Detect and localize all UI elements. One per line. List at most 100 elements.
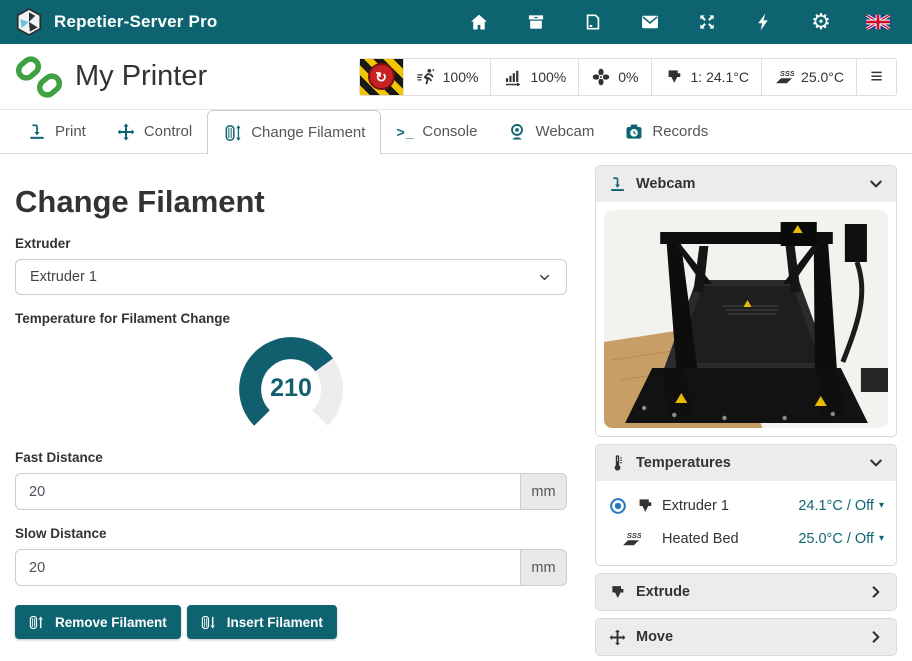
temperature-value: 210: [231, 374, 351, 403]
printer-title: My Printer: [75, 60, 207, 93]
slow-distance-label: Slow Distance: [15, 526, 567, 541]
temperature-gauge-wrap: 210: [15, 334, 567, 434]
power-icon[interactable]: [752, 10, 776, 34]
tab-print[interactable]: Print: [12, 110, 101, 153]
sidebar: Webcam: [595, 154, 897, 656]
chevron-right-icon: [868, 584, 884, 600]
filament-spool-icon: [223, 123, 243, 143]
language-flag-icon[interactable]: [866, 10, 890, 34]
tab-change-filament[interactable]: Change Filament: [207, 110, 381, 154]
extrude-panel-title: Extrude: [636, 584, 690, 600]
speed-runner-icon: [416, 67, 436, 87]
temperature-row-lead: [608, 529, 662, 549]
restart-icon: ↻: [368, 63, 395, 90]
extrude-panel-header[interactable]: Extrude: [596, 574, 896, 610]
tab-control[interactable]: Control: [101, 110, 207, 153]
temperatures-panel-header[interactable]: Temperatures: [596, 445, 896, 481]
fast-distance-group: mm: [15, 473, 567, 510]
slow-distance-unit: mm: [520, 549, 567, 586]
brand[interactable]: Repetier-Server Pro: [14, 7, 217, 37]
extruder-select-value: Extruder 1: [30, 269, 97, 285]
heated-bed-icon: [621, 529, 641, 549]
move-panel-title: Move: [636, 629, 673, 645]
console-prompt-icon: >_: [396, 125, 414, 139]
thermometer-icon: [608, 454, 627, 473]
bed-temp-value: 25.0°C: [801, 69, 844, 85]
heater-name: Extruder 1: [662, 498, 729, 514]
extruder-icon: [664, 67, 684, 87]
move-cross-icon: [116, 122, 136, 142]
insert-filament-button[interactable]: Insert Filament: [187, 605, 337, 639]
tab-console[interactable]: >_ Console: [381, 110, 492, 153]
extruder-label: Extruder: [15, 236, 567, 251]
temperature-row-lead: [608, 496, 662, 516]
printer-tabbar: Print Control Change Filament >_ Console…: [0, 110, 912, 154]
temperatures-panel: Temperatures Extruder 1 24.1°C / Off ▾: [595, 444, 897, 566]
filament-up-icon: [29, 614, 46, 631]
bed-temp-status[interactable]: 25.0°C: [761, 59, 856, 95]
tab-label: Console: [422, 123, 477, 140]
object-library-icon[interactable]: [581, 10, 605, 34]
print-icon: [27, 122, 47, 142]
top-navbar: Repetier-Server Pro ⚙: [0, 0, 912, 44]
fan-icon: [591, 67, 611, 87]
extruder-select[interactable]: Extruder 1: [15, 259, 567, 295]
extruder-temp-status[interactable]: 1: 24.1°C: [651, 59, 762, 95]
printer-icon: [608, 175, 627, 194]
messages-icon[interactable]: [638, 10, 662, 34]
extruder-temp-value: 1: 24.1°C: [691, 69, 750, 85]
settings-gear-icon[interactable]: ⚙: [809, 10, 833, 34]
fan-value: 0%: [618, 69, 638, 85]
tab-label: Control: [144, 123, 192, 140]
dropdown-caret-icon: ▾: [879, 501, 884, 511]
temperature-knob[interactable]: 210: [231, 334, 351, 434]
emergency-stop-button[interactable]: ↻: [360, 59, 403, 95]
fast-distance-input[interactable]: [15, 473, 520, 510]
speed-multiplier[interactable]: 100%: [403, 59, 491, 95]
webcam-panel-header[interactable]: Webcam: [596, 166, 896, 202]
fullscreen-icon[interactable]: [695, 10, 719, 34]
flow-value: 100%: [530, 69, 566, 85]
navbar-icon-menu: ⚙: [467, 10, 898, 34]
radio-selected-icon[interactable]: [608, 496, 628, 516]
records-camera-icon: [624, 122, 644, 142]
move-panel-header[interactable]: Move: [596, 619, 896, 655]
slow-distance-group: mm: [15, 549, 567, 586]
tab-webcam[interactable]: Webcam: [492, 110, 609, 153]
connected-chain-icon: [15, 53, 63, 101]
temperature-row-extruder: Extruder 1 24.1°C / Off ▾: [608, 489, 884, 522]
flow-icon: [503, 67, 523, 87]
archive-box-icon[interactable]: [524, 10, 548, 34]
extrude-panel: Extrude: [595, 573, 897, 611]
flow-multiplier[interactable]: 100%: [490, 59, 578, 95]
temperatures-panel-title: Temperatures: [636, 455, 731, 471]
home-icon[interactable]: [467, 10, 491, 34]
speed-value: 100%: [443, 69, 479, 85]
temperatures-body: Extruder 1 24.1°C / Off ▾ Heated Bed 25.…: [596, 481, 896, 565]
remove-filament-label: Remove Filament: [55, 615, 167, 630]
printer-header: My Printer ↻ 100% 100% 0% 1: 24.1°C 25.0…: [0, 44, 912, 110]
filament-down-icon: [201, 614, 218, 631]
printer-menu-button[interactable]: ≡: [856, 59, 896, 95]
webcam-stream-image: [604, 210, 888, 428]
chevron-down-icon: [868, 455, 884, 471]
fast-distance-label: Fast Distance: [15, 450, 567, 465]
fan-status[interactable]: 0%: [578, 59, 650, 95]
dropdown-caret-icon: ▾: [879, 534, 884, 544]
extruder-temp-dropdown[interactable]: 24.1°C / Off ▾: [798, 498, 884, 514]
brand-name: Repetier-Server Pro: [54, 12, 217, 32]
heater-value: 24.1°C / Off: [798, 498, 874, 514]
tab-label: Webcam: [535, 123, 594, 140]
chevron-right-icon: [868, 629, 884, 645]
temperature-label: Temperature for Filament Change: [15, 311, 567, 326]
fast-distance-unit: mm: [520, 473, 567, 510]
temperature-row-bed: Heated Bed 25.0°C / Off ▾: [608, 522, 884, 555]
remove-filament-button[interactable]: Remove Filament: [15, 605, 181, 639]
chevron-down-icon: [868, 176, 884, 192]
tab-label: Change Filament: [251, 124, 365, 141]
webcam-body: [596, 202, 896, 436]
slow-distance-input[interactable]: [15, 549, 520, 586]
tab-records[interactable]: Records: [609, 110, 723, 153]
bed-temp-dropdown[interactable]: 25.0°C / Off ▾: [798, 531, 884, 547]
heated-bed-icon: [774, 67, 794, 87]
